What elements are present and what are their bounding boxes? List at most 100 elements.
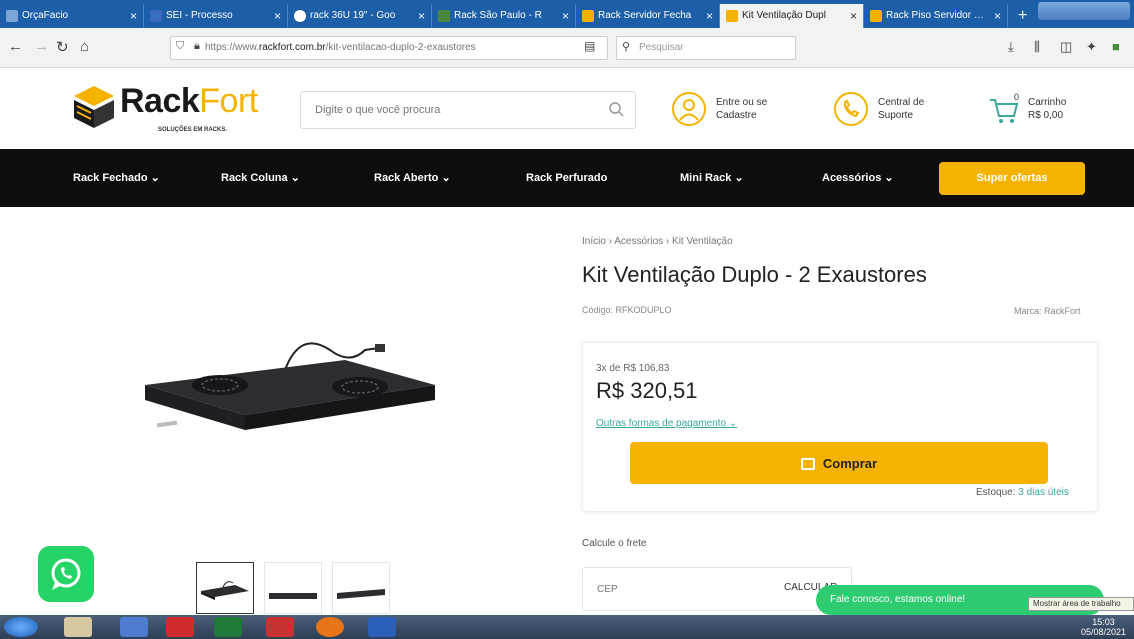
- browser-tab[interactable]: rack 36U 19" - Goo ×: [288, 4, 432, 28]
- browser-tab[interactable]: SEI - Processo ×: [144, 4, 288, 28]
- home-icon[interactable]: ⌂: [80, 38, 89, 55]
- tab-favicon-icon: [150, 10, 162, 22]
- tab-favicon-icon: [438, 10, 450, 22]
- product-thumbnail[interactable]: [196, 562, 254, 614]
- tab-favicon-icon: [870, 10, 882, 22]
- browser-tab-strip: OrçaFacio × SEI - Processo × rack 36U 19" …: [0, 0, 1134, 28]
- product-image[interactable]: [135, 330, 455, 450]
- back-arrow-icon[interactable]: ←: [8, 38, 23, 55]
- menu-rack-fechado[interactable]: Rack Fechado ⌄: [73, 149, 160, 207]
- close-tab-icon[interactable]: ×: [562, 4, 569, 28]
- menu-acessorios[interactable]: Acessórios ⌄: [822, 149, 894, 207]
- new-tab-button[interactable]: +: [1008, 4, 1037, 28]
- freight-label: Calcule o frete: [582, 538, 647, 549]
- clock-time: 15:03: [1092, 617, 1115, 627]
- browser-search-input[interactable]: Pesquisar: [616, 36, 796, 60]
- close-tab-icon[interactable]: ×: [850, 4, 857, 28]
- cart-count: 0: [1014, 92, 1020, 102]
- tooltip: Mostrar área de trabalho: [1028, 597, 1134, 611]
- library-icon[interactable]: ⫼: [1034, 39, 1040, 55]
- support-line1: Central de: [878, 97, 925, 108]
- menu-mini-rack[interactable]: Mini Rack ⌄: [680, 149, 744, 207]
- app-icon[interactable]: [266, 617, 294, 637]
- tab-favicon-icon: [726, 10, 738, 22]
- logo-word-fort: Fort: [199, 82, 258, 120]
- close-tab-icon[interactable]: ×: [706, 4, 713, 28]
- word-icon[interactable]: [368, 617, 396, 637]
- user-icon: [672, 92, 706, 126]
- phone-icon: [834, 92, 868, 126]
- whatsapp-button[interactable]: [38, 546, 94, 602]
- support-line2: Suporte: [878, 110, 914, 121]
- browser-tab[interactable]: Rack Piso Servidor 19 U ×: [864, 4, 1008, 28]
- lock-icon: [800, 457, 815, 470]
- url-bar[interactable]: https://www.rackfort.com.br/kit-ventilac…: [170, 36, 608, 60]
- tab-label: rack 36U 19" - Goo: [310, 10, 396, 21]
- system-clock[interactable]: 15:03 05/08/2021: [1081, 617, 1126, 637]
- account-link[interactable]: Entre ou se Cadastre: [672, 92, 792, 128]
- whatsapp-icon: [51, 558, 81, 590]
- menu-rack-aberto[interactable]: Rack Aberto ⌄: [374, 149, 451, 207]
- sidebar-icon[interactable]: ◫: [1060, 39, 1072, 55]
- addon-icon[interactable]: ■: [1112, 39, 1120, 54]
- payment-options-link[interactable]: Outras formas de pagamento ⌄: [596, 418, 737, 429]
- chrome-icon[interactable]: [120, 617, 148, 637]
- chat-text: Fale conosco, estamos online!: [830, 594, 966, 605]
- browser-nav-bar: ← → ↻ ⌂ https://www.rackfort.com.br/kit-…: [0, 28, 1134, 68]
- installment-text: 3x de R$ 106,83: [596, 363, 670, 374]
- rackfort-logo[interactable]: RackFort SOLUÇÕES EM RACKS.: [72, 82, 272, 142]
- buy-button-label: Comprar: [822, 455, 878, 471]
- search-icon[interactable]: [608, 101, 624, 117]
- breadcrumb[interactable]: Início › Acessórios › Kit Ventilação: [582, 236, 733, 247]
- cart-label: Carrinho: [1028, 97, 1067, 108]
- buy-button[interactable]: Comprar: [630, 442, 1048, 484]
- excel-icon[interactable]: [214, 617, 242, 637]
- download-icon[interactable]: ⤓: [1008, 39, 1014, 55]
- windows-taskbar: 15:03 05/08/2021: [0, 615, 1134, 639]
- browser-tab[interactable]: OrçaFacio ×: [0, 4, 144, 28]
- close-tab-icon[interactable]: ×: [994, 4, 1001, 28]
- menu-rack-coluna[interactable]: Rack Coluna ⌄: [221, 149, 300, 207]
- account-line1: Entre ou se: [716, 97, 768, 108]
- product-code: Código: RFKODUPLO: [582, 305, 672, 315]
- cart-link[interactable]: 0 Carrinho R$ 0,00: [988, 92, 1098, 128]
- lock-icon[interactable]: 🔒︎: [194, 40, 200, 53]
- tab-label: Kit Ventilação Dupl: [742, 10, 826, 21]
- site-search-input[interactable]: [300, 91, 636, 129]
- start-button-icon[interactable]: [4, 617, 38, 637]
- account-line2: Cadastre: [716, 110, 757, 121]
- stock-value: 3 dias úteis: [1018, 487, 1069, 498]
- close-tab-icon[interactable]: ×: [130, 4, 137, 28]
- menu-rack-perfurado[interactable]: Rack Perfurado: [526, 149, 607, 207]
- url-path: /kit-ventilacao-duplo-2-exaustores: [325, 42, 476, 53]
- super-offers-button[interactable]: Super ofertas: [939, 162, 1085, 195]
- clock-date: 05/08/2021: [1080, 627, 1126, 637]
- extension-icon[interactable]: ✦: [1086, 39, 1097, 55]
- logo-word-rack: Rack: [120, 82, 200, 120]
- browser-tab-active[interactable]: Kit Ventilação Dupl ×: [720, 4, 864, 28]
- rack-logo-icon: [74, 86, 114, 128]
- close-tab-icon[interactable]: ×: [274, 4, 281, 28]
- tab-favicon-icon: [582, 10, 594, 22]
- tab-label: SEI - Processo: [166, 10, 233, 21]
- url-domain: rackfort.com.br: [258, 42, 326, 53]
- product-thumbnail[interactable]: [332, 562, 390, 614]
- browser-tab[interactable]: Rack São Paulo - R ×: [432, 4, 576, 28]
- tab-label: Rack Servidor Fecha: [598, 10, 692, 21]
- reader-view-icon[interactable]: ▤: [584, 39, 595, 53]
- reload-icon[interactable]: ↻: [56, 38, 69, 56]
- support-link[interactable]: Central de Suporte: [834, 92, 954, 128]
- window-controls[interactable]: [1038, 2, 1130, 20]
- browser-search-placeholder: Pesquisar: [639, 42, 684, 53]
- shield-icon[interactable]: ⛉: [176, 40, 184, 53]
- product-thumbnail[interactable]: [264, 562, 322, 614]
- forward-arrow-icon[interactable]: →: [34, 38, 49, 55]
- pdf-reader-icon[interactable]: [166, 617, 194, 637]
- stock-label: Estoque:: [976, 487, 1016, 498]
- browser-tab[interactable]: Rack Servidor Fecha ×: [576, 4, 720, 28]
- logo-tagline: SOLUÇÕES EM RACKS.: [158, 127, 228, 133]
- close-tab-icon[interactable]: ×: [418, 4, 425, 28]
- firefox-icon[interactable]: [316, 617, 344, 637]
- file-explorer-icon[interactable]: [64, 617, 92, 637]
- product-title: Kit Ventilação Duplo - 2 Exaustores: [582, 262, 927, 287]
